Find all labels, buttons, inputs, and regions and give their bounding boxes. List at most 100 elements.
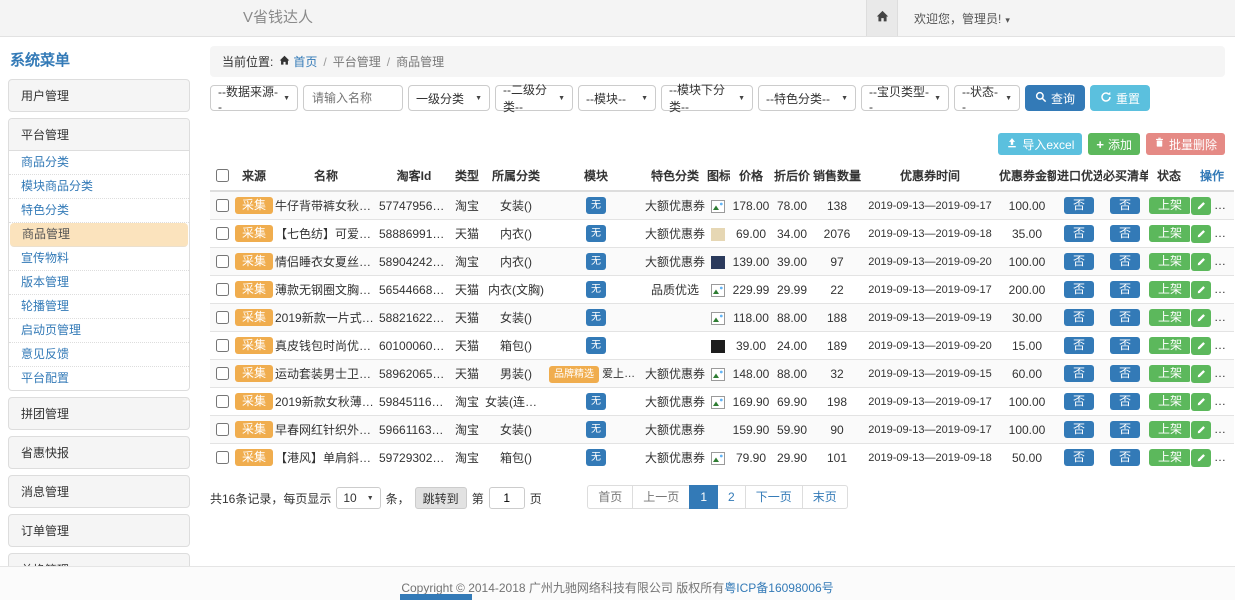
status-badge[interactable]: 上架 bbox=[1149, 393, 1190, 410]
row-checkbox[interactable] bbox=[216, 227, 229, 240]
must-buy-toggle[interactable]: 否 bbox=[1110, 309, 1140, 326]
import-choice-toggle[interactable]: 否 bbox=[1064, 337, 1094, 354]
must-buy-toggle[interactable]: 否 bbox=[1110, 253, 1140, 270]
must-buy-toggle[interactable]: 否 bbox=[1110, 365, 1140, 382]
status-badge[interactable]: 上架 bbox=[1149, 253, 1190, 270]
status-badge[interactable]: 上架 bbox=[1149, 449, 1190, 466]
row-checkbox[interactable] bbox=[216, 199, 229, 212]
page-button-3[interactable]: 1 bbox=[689, 485, 718, 509]
import-choice-toggle[interactable]: 否 bbox=[1064, 421, 1094, 438]
must-buy-toggle[interactable]: 否 bbox=[1110, 393, 1140, 410]
page-number-input[interactable] bbox=[489, 487, 525, 509]
sidebar-item[interactable]: 商品分类 bbox=[9, 151, 189, 175]
edit-button[interactable] bbox=[1191, 449, 1211, 467]
import-choice-toggle[interactable]: 否 bbox=[1064, 197, 1094, 214]
import-choice-toggle[interactable]: 否 bbox=[1064, 281, 1094, 298]
sidebar-item[interactable]: 省惠快报 bbox=[8, 436, 190, 469]
status-badge[interactable]: 上架 bbox=[1149, 309, 1190, 326]
row-checkbox[interactable] bbox=[216, 451, 229, 464]
must-buy-cell: 否 bbox=[1102, 191, 1148, 220]
edit-button[interactable] bbox=[1191, 421, 1211, 439]
sidebar-group-toggle[interactable]: 平台管理 bbox=[9, 119, 189, 151]
edit-button[interactable] bbox=[1191, 337, 1211, 355]
import-choice-cell: 否 bbox=[1056, 191, 1102, 220]
row-checkbox[interactable] bbox=[216, 283, 229, 296]
must-buy-toggle[interactable]: 否 bbox=[1110, 225, 1140, 242]
status-badge[interactable]: 上架 bbox=[1149, 197, 1190, 214]
must-buy-toggle[interactable]: 否 bbox=[1110, 281, 1140, 298]
reset-button[interactable]: 重置 bbox=[1090, 85, 1150, 111]
row-checkbox[interactable] bbox=[216, 423, 229, 436]
row-checkbox[interactable] bbox=[216, 255, 229, 268]
edit-button[interactable] bbox=[1191, 225, 1211, 243]
edit-button[interactable] bbox=[1191, 365, 1211, 383]
sidebar-item[interactable]: 消息管理 bbox=[8, 475, 190, 508]
row-checkbox[interactable] bbox=[216, 367, 229, 380]
filter-select-2[interactable]: 一级分类▼ bbox=[408, 85, 490, 111]
page-button-6[interactable]: 末页 bbox=[802, 485, 848, 509]
status-badge[interactable]: 上架 bbox=[1149, 421, 1190, 438]
must-buy-toggle[interactable]: 否 bbox=[1110, 337, 1140, 354]
edit-button[interactable] bbox=[1191, 281, 1211, 299]
import-choice-toggle[interactable]: 否 bbox=[1064, 309, 1094, 326]
page-button-5[interactable]: 下一页 bbox=[745, 485, 803, 509]
import-choice-toggle[interactable]: 否 bbox=[1064, 253, 1094, 270]
filter-select-5[interactable]: --模块下分类--▼ bbox=[661, 85, 753, 111]
edit-button[interactable] bbox=[1191, 253, 1211, 271]
row-checkbox[interactable] bbox=[216, 339, 229, 352]
name-search-input[interactable] bbox=[303, 85, 403, 111]
import-choice-toggle[interactable]: 否 bbox=[1064, 365, 1094, 382]
page-size-select[interactable]: 10▼ bbox=[336, 487, 380, 509]
sidebar-item[interactable]: 启动页管理 bbox=[9, 319, 189, 343]
filter-select-8[interactable]: --状态--▼ bbox=[954, 85, 1020, 111]
edit-button[interactable] bbox=[1191, 393, 1211, 411]
discount-price-cell: 88.00 bbox=[772, 304, 812, 332]
import-choice-toggle[interactable]: 否 bbox=[1064, 225, 1094, 242]
batch-delete-button[interactable]: 批量删除 bbox=[1146, 133, 1225, 155]
table-row: 采集牛仔背带裤女秋装减龄...577479560965淘宝女装()无大额优惠券1… bbox=[210, 191, 1234, 220]
status-badge[interactable]: 上架 bbox=[1149, 337, 1190, 354]
status-badge[interactable]: 上架 bbox=[1149, 281, 1190, 298]
sidebar-item[interactable]: 特色分类 bbox=[9, 199, 189, 223]
page-button-2[interactable]: 上一页 bbox=[632, 485, 690, 509]
page-button-1[interactable]: 首页 bbox=[587, 485, 633, 509]
sidebar-item[interactable]: 拼团管理 bbox=[8, 397, 190, 430]
must-buy-toggle[interactable]: 否 bbox=[1110, 197, 1140, 214]
filter-select-6[interactable]: --特色分类--▼ bbox=[758, 85, 856, 111]
coupon-amount-cell: 100.00 bbox=[998, 191, 1056, 220]
home-button[interactable] bbox=[866, 0, 898, 36]
status-badge[interactable]: 上架 bbox=[1149, 365, 1190, 382]
status-badge[interactable]: 上架 bbox=[1149, 225, 1190, 242]
sidebar-item[interactable]: 平台配置 bbox=[9, 367, 189, 390]
sidebar-item[interactable]: 模块商品分类 bbox=[9, 175, 189, 199]
filter-select-4[interactable]: --模块--▼ bbox=[578, 85, 656, 111]
icp-link[interactable]: 粤ICP备16098006号 bbox=[724, 581, 833, 595]
sidebar-item[interactable]: 订单管理 bbox=[8, 514, 190, 547]
edit-button[interactable] bbox=[1191, 309, 1211, 327]
sidebar-item[interactable]: 商品管理 bbox=[10, 223, 188, 247]
import-choice-toggle[interactable]: 否 bbox=[1064, 449, 1094, 466]
edit-button[interactable] bbox=[1191, 197, 1211, 215]
import-choice-toggle[interactable]: 否 bbox=[1064, 393, 1094, 410]
user-menu[interactable]: 欢迎您，管理员!▾ bbox=[914, 10, 1010, 27]
sidebar-item[interactable]: 版本管理 bbox=[9, 271, 189, 295]
breadcrumb-home-link[interactable]: 首页 bbox=[279, 53, 317, 70]
filter-select-0[interactable]: --数据来源--▼ bbox=[210, 85, 298, 111]
must-buy-toggle[interactable]: 否 bbox=[1110, 449, 1140, 466]
add-button[interactable]: + 添加 bbox=[1088, 133, 1140, 155]
sidebar-item[interactable]: 意见反馈 bbox=[9, 343, 189, 367]
select-all-checkbox[interactable] bbox=[216, 169, 229, 182]
column-header: 类型 bbox=[450, 161, 484, 191]
sidebar-item[interactable]: 宣传物料 bbox=[9, 247, 189, 271]
must-buy-toggle[interactable]: 否 bbox=[1110, 421, 1140, 438]
filter-select-3[interactable]: --二级分类--▼ bbox=[495, 85, 573, 111]
row-checkbox[interactable] bbox=[216, 395, 229, 408]
jump-to-button[interactable]: 跳转到 bbox=[415, 487, 467, 509]
import-excel-button[interactable]: 导入excel bbox=[998, 133, 1082, 155]
filter-select-7[interactable]: --宝贝类型--▼ bbox=[861, 85, 949, 111]
sidebar-item[interactable]: 轮播管理 bbox=[9, 295, 189, 319]
sidebar-item[interactable]: 用户管理 bbox=[8, 79, 190, 112]
row-checkbox[interactable] bbox=[216, 311, 229, 324]
search-button[interactable]: 查询 bbox=[1025, 85, 1085, 111]
page-button-4[interactable]: 2 bbox=[717, 485, 746, 509]
